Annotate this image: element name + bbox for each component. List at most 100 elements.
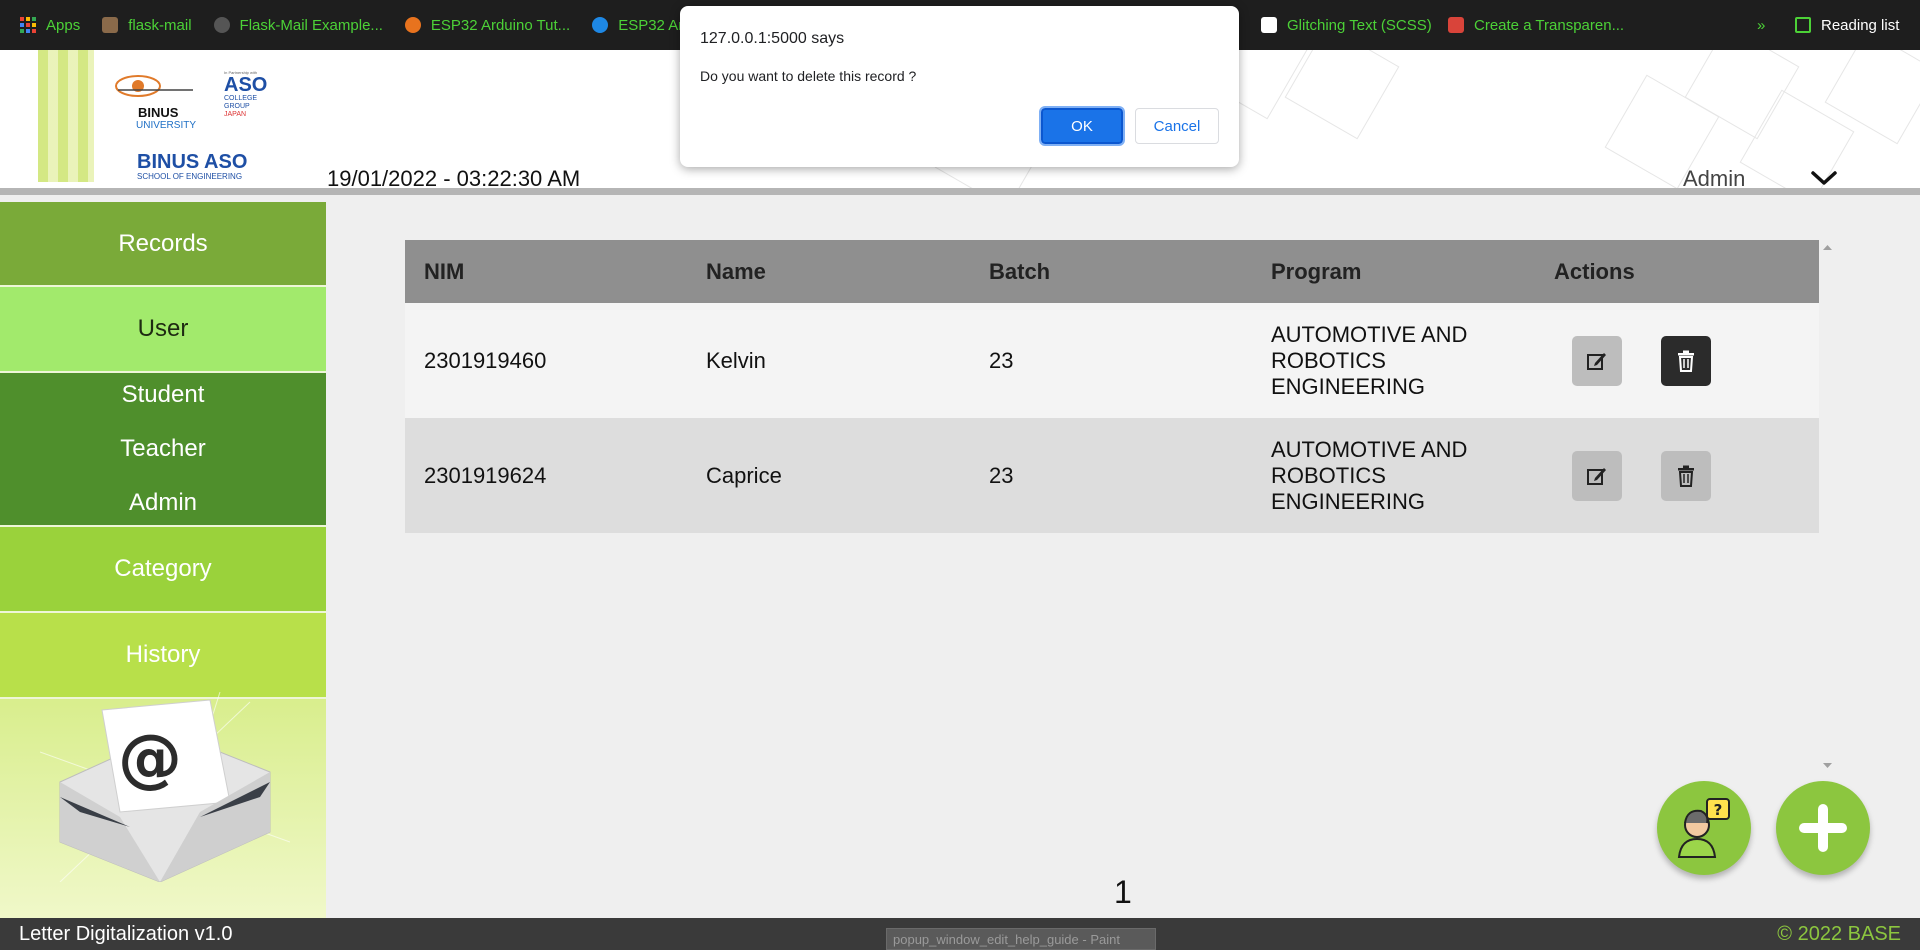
avatar-icon: [102, 17, 119, 33]
aso-logo-subtext: GROUP: [224, 103, 250, 110]
bookmark-apps[interactable]: Apps: [20, 17, 80, 34]
table-scrollbar[interactable]: [1819, 240, 1836, 770]
reading-list-label: Reading list: [1821, 16, 1900, 34]
column-header-actions: Actions: [1535, 240, 1819, 303]
cell-batch: 23: [970, 418, 1252, 533]
sidebar: Records User Student Teacher Admin Categ…: [0, 202, 326, 918]
column-header-batch: Batch: [970, 240, 1252, 303]
cell-nim: 2301919624: [405, 418, 687, 533]
cell-program: AUTOMOTIVE AND ROBOTICS ENGINEERING: [1252, 303, 1535, 418]
dialog-message: Do you want to delete this record ?: [700, 68, 917, 84]
trash-icon: [1678, 465, 1694, 487]
bookmark-esp32-tutorial[interactable]: ESP32 Arduino Tut...: [404, 16, 571, 34]
bookmark-esp32-ard[interactable]: ESP32 Ard: [592, 17, 692, 34]
delete-button[interactable]: [1661, 450, 1711, 501]
column-header-program: Program: [1252, 240, 1535, 303]
edit-icon: [1587, 352, 1606, 370]
user-submenu: Student Teacher Admin: [0, 373, 326, 527]
program-line: ROBOTICS: [1271, 347, 1386, 373]
wrench-icon: [1448, 17, 1464, 33]
bookmark-create-transparent[interactable]: Create a Transparen...: [1448, 17, 1624, 34]
svg-text:@: @: [118, 722, 182, 796]
chevron-down-icon[interactable]: [1810, 166, 1838, 190]
add-record-button[interactable]: [1776, 781, 1870, 875]
scroll-down-arrow-icon[interactable]: [1823, 763, 1832, 768]
dialog-origin: 127.0.0.1:5000 says: [700, 30, 845, 47]
aso-logo-subtext: COLLEGE: [224, 95, 258, 102]
program-line: ENGINEERING: [1271, 373, 1426, 399]
sidebar-item-history[interactable]: History: [0, 613, 326, 699]
binus-aso-school-logo: BINUS ASO SCHOOL OF ENGINEERING: [137, 152, 247, 181]
bookmark-flask-mail-example[interactable]: Flask-Mail Example...: [213, 16, 383, 34]
double-chevron-icon: »: [1757, 16, 1766, 34]
column-header-name: Name: [687, 240, 970, 303]
reading-list-icon: [1795, 17, 1811, 33]
sidebar-item-label: Category: [114, 555, 212, 582]
bookmark-flask-mail[interactable]: flask-mail: [102, 16, 192, 34]
cell-actions: [1535, 418, 1819, 533]
cell-actions: [1535, 303, 1819, 418]
sidebar-item-teacher[interactable]: Teacher: [120, 435, 205, 463]
bookmark-label: Create a Transparen...: [1474, 16, 1625, 34]
sidebar-item-label: Records: [118, 229, 208, 257]
cell-program: AUTOMOTIVE AND ROBOTICS ENGINEERING: [1252, 418, 1535, 533]
sidebar-item-category[interactable]: Category: [0, 527, 326, 613]
edit-button[interactable]: [1572, 335, 1622, 386]
delete-confirm-dialog: 127.0.0.1:5000 says Do you want to delet…: [680, 6, 1239, 167]
ok-button[interactable]: OK: [1039, 106, 1125, 146]
logo-pattern-strip: [38, 50, 94, 182]
apps-grid-icon: [20, 17, 36, 33]
records-table: NIM Name Batch Program Actions 230191946…: [405, 240, 1819, 533]
sidebar-item-admin[interactable]: Admin: [129, 489, 197, 517]
robot-icon: [404, 17, 421, 33]
aso-logo: In Partnership with ASO COLLEGE GROUP JA…: [224, 70, 284, 119]
sidebar-item-user[interactable]: User: [0, 287, 326, 373]
scroll-up-arrow-icon[interactable]: [1823, 245, 1832, 250]
svg-text:?: ?: [1714, 801, 1723, 819]
table-row: 2301919624 Caprice 23 AUTOMOTIVE AND ROB…: [405, 418, 1819, 533]
help-person-icon: ?: [1677, 798, 1730, 858]
column-header-nim: NIM: [405, 240, 687, 303]
trash-icon: [1678, 350, 1694, 372]
cell-name: Kelvin: [687, 303, 970, 418]
records-table-panel: NIM Name Batch Program Actions 230191946…: [405, 240, 1819, 770]
program-line: ENGINEERING: [1271, 488, 1426, 514]
user-menu-label[interactable]: Admin: [1683, 166, 1745, 188]
binus-logo: BINUS UNIVERSITY: [108, 68, 198, 138]
aso-logo-text: ASO: [224, 74, 268, 96]
globe-icon: [592, 17, 609, 33]
cell-name: Caprice: [687, 418, 970, 533]
aso-logo-subtext: JAPAN: [224, 111, 247, 118]
bookmark-label: flask-mail: [128, 16, 192, 34]
plus-icon: [1799, 804, 1847, 852]
sidebar-item-label: User: [137, 315, 189, 342]
reading-list-button[interactable]: Reading list: [1795, 17, 1899, 34]
binus-emblem-icon: [115, 75, 193, 97]
sidebar-item-records[interactable]: Records: [0, 202, 326, 287]
delete-button[interactable]: [1661, 335, 1711, 386]
binus-logo-subtext: UNIVERSITY: [136, 120, 197, 131]
edit-icon: [1587, 467, 1606, 485]
taskbar-tooltip: popup_window_edit_help_guide - Paint: [886, 928, 1156, 950]
bookmarks-overflow-button[interactable]: »: [1757, 17, 1765, 34]
bookmark-label: ESP32 Arduino Tut...: [430, 16, 571, 34]
footer-app-title: Letter Digitalization v1.0: [19, 922, 233, 945]
bookmark-label: Flask-Mail Example...: [239, 16, 383, 34]
table-header-row: NIM Name Batch Program Actions: [405, 240, 1819, 303]
pagination-current-page[interactable]: 1: [1114, 874, 1132, 911]
edit-button[interactable]: [1572, 450, 1622, 501]
sidebar-item-student[interactable]: Student: [122, 381, 205, 409]
help-guide-button[interactable]: ?: [1657, 781, 1751, 875]
mail-envelope-illustration: @: [40, 692, 290, 882]
codepen-icon: [1261, 17, 1277, 33]
current-datetime: 19/01/2022 - 03:22:30 AM: [327, 166, 581, 191]
table-row: 2301919460 Kelvin 23 AUTOMOTIVE AND ROBO…: [405, 303, 1819, 418]
bookmark-glitching-text[interactable]: Glitching Text (SCSS): [1261, 17, 1432, 34]
github-icon: [213, 17, 230, 33]
footer-copyright: © 2022 BASE: [1777, 922, 1901, 945]
cell-nim: 2301919460: [405, 303, 687, 418]
program-line: AUTOMOTIVE AND: [1271, 436, 1468, 462]
hexagon-decoration: [1284, 50, 1400, 140]
bookmark-label: Glitching Text (SCSS): [1287, 16, 1432, 34]
cancel-button[interactable]: Cancel: [1135, 108, 1219, 144]
